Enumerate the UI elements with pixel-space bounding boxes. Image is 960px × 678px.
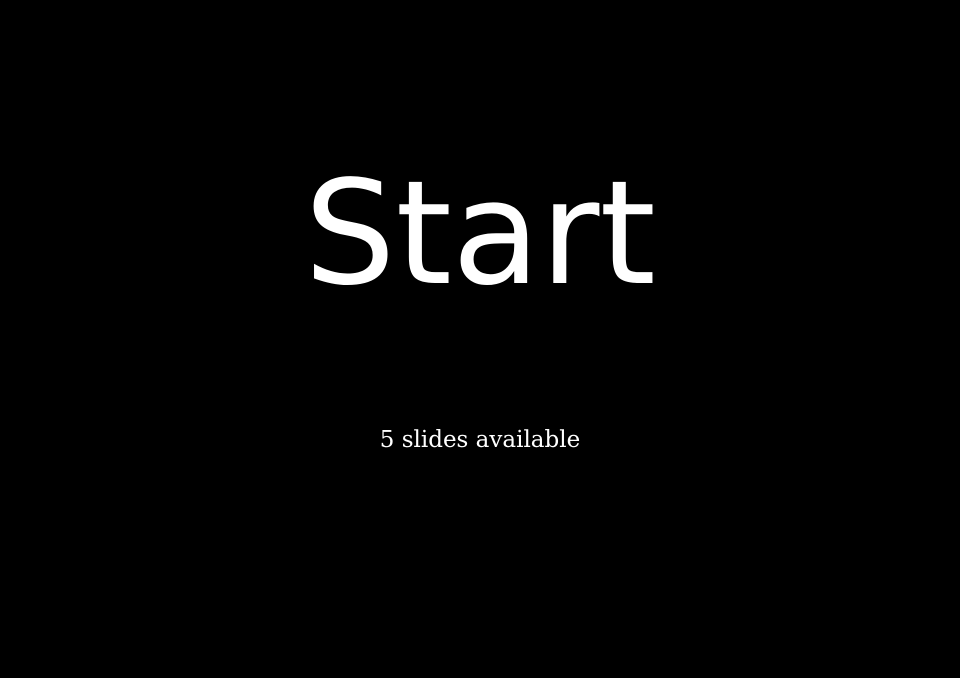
slide-count-label: 5 slides available	[379, 427, 581, 453]
start-button[interactable]: Start	[0, 148, 960, 318]
slideshow-start-screen: Start 5 slides available	[0, 0, 960, 678]
